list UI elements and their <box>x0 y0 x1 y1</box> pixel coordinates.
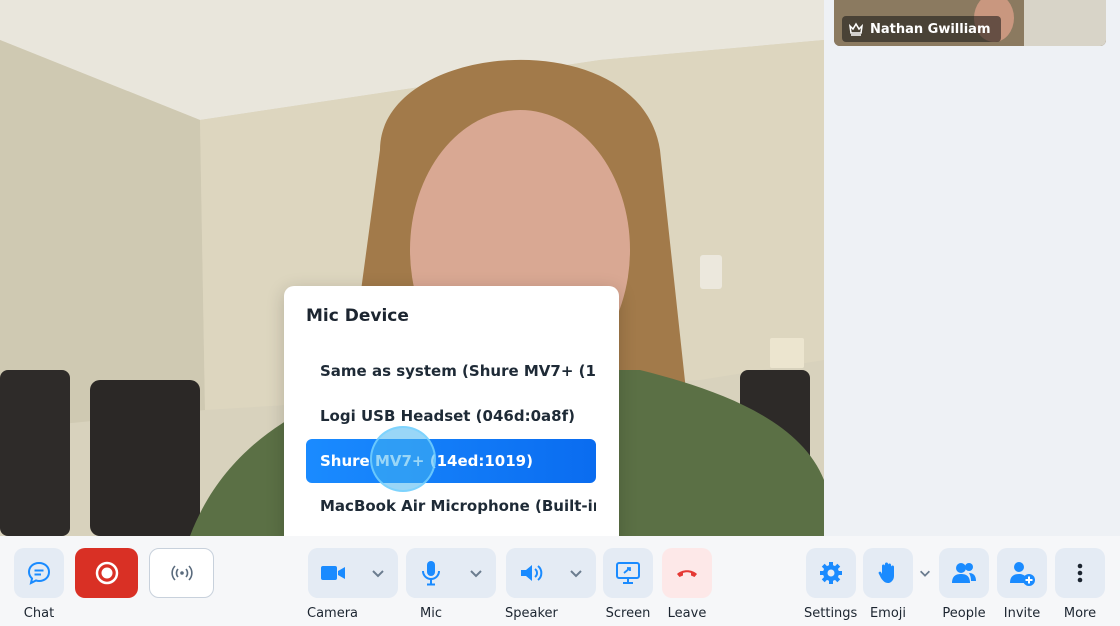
mic-option-logi-usb[interactable]: Logi USB Headset (046d:0a8f) <box>306 394 596 438</box>
click-indicator <box>370 426 436 492</box>
speaker-icon <box>521 565 543 581</box>
gear-icon <box>819 562 842 584</box>
chevron-down-icon <box>570 570 583 578</box>
people-button[interactable]: People <box>939 548 989 621</box>
emoji-button[interactable] <box>863 548 913 598</box>
chevron-down-icon <box>920 570 930 577</box>
screen-share-button[interactable]: Screen <box>603 548 653 621</box>
people-label: People <box>942 606 986 621</box>
meeting-toolbar: Chat Camera Mic Speaker Screen Leave Set… <box>0 536 1120 626</box>
more-button[interactable]: More <box>1055 548 1105 621</box>
mic-option-shure-mv7[interactable]: Shure MV7+ (14ed:1019) <box>306 439 596 483</box>
raised-hand-icon <box>878 562 894 583</box>
camera-control: Camera <box>307 548 398 621</box>
screen-label: Screen <box>605 606 651 621</box>
emoji-control: Emoji <box>863 548 937 621</box>
camera-button[interactable] <box>307 548 358 598</box>
speaker-options-dropdown[interactable] <box>556 548 596 598</box>
add-user-icon <box>1010 562 1035 586</box>
speaker-label: Speaker <box>505 606 558 621</box>
video-camera-icon <box>320 566 345 580</box>
camera-label: Camera <box>307 606 359 621</box>
participants-sidebar: Nathan Gwilliam <box>824 0 1120 536</box>
people-icon <box>952 563 976 583</box>
chevron-down-icon <box>470 570 482 578</box>
broadcast-button[interactable] <box>149 548 214 598</box>
hang-up-icon <box>677 570 697 577</box>
participant-thumbnail[interactable]: Nathan Gwilliam <box>834 0 1106 46</box>
chat-label: Chat <box>23 606 55 621</box>
camera-options-dropdown[interactable] <box>358 548 398 598</box>
broadcast-icon <box>170 565 193 581</box>
microphone-icon <box>422 561 440 586</box>
chat-icon <box>27 561 51 585</box>
participant-name-tag: Nathan Gwilliam <box>842 16 1001 42</box>
settings-label: Settings <box>804 606 858 621</box>
leave-button[interactable]: Leave <box>662 548 712 621</box>
mic-options-dropdown[interactable] <box>456 548 496 598</box>
mic-option-same-as-system[interactable]: Same as system (Shure MV7+ (14ed:... <box>306 349 596 393</box>
speaker-control: Speaker <box>505 548 598 621</box>
chevron-down-icon <box>371 570 384 578</box>
speaker-button[interactable] <box>506 548 557 598</box>
chat-button[interactable]: Chat <box>14 548 64 621</box>
participant-name: Nathan Gwilliam <box>870 21 991 37</box>
mic-button[interactable] <box>406 548 456 598</box>
mic-control: Mic <box>406 548 496 621</box>
emoji-options-dropdown[interactable] <box>913 548 937 598</box>
mic-label: Mic <box>420 606 442 621</box>
record-icon <box>95 561 118 585</box>
leave-label: Leave <box>667 606 707 621</box>
invite-label: Invite <box>1003 606 1041 621</box>
mic-device-popup: Mic Device Same as system (Shure MV7+ (1… <box>284 286 619 546</box>
settings-button[interactable]: Settings <box>804 548 857 621</box>
emoji-label: Emoji <box>869 606 907 621</box>
mic-option-macbook-air[interactable]: MacBook Air Microphone (Built-in) <box>306 484 596 528</box>
popup-title: Mic Device <box>306 306 409 326</box>
record-button[interactable] <box>75 548 138 598</box>
more-label: More <box>1063 606 1097 621</box>
screen-share-icon <box>616 562 640 584</box>
more-vertical-icon <box>1077 563 1083 583</box>
crown-icon <box>848 22 864 36</box>
invite-button[interactable]: Invite <box>997 548 1047 621</box>
